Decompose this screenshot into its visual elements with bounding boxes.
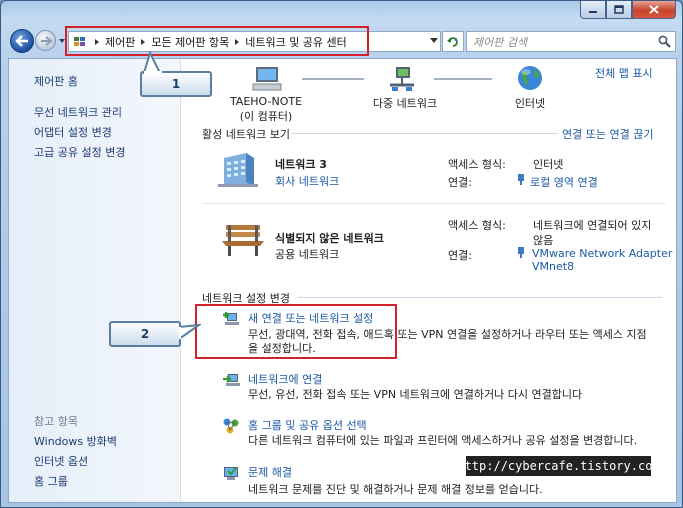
search-input[interactable]: 제어판 검색 bbox=[473, 34, 527, 50]
callout-pointer bbox=[142, 51, 162, 75]
search-box[interactable]: 제어판 검색 bbox=[466, 31, 676, 52]
arrow-right-icon bbox=[40, 35, 52, 46]
vmware-adapter-line2: VMnet8 bbox=[532, 260, 575, 273]
map-node-internet[interactable]: 인터넷 bbox=[482, 95, 578, 111]
map-node-this-computer[interactable]: TAEHO-NOTE (이 컴퓨터) bbox=[216, 95, 316, 124]
sidebar-item-manage-wireless[interactable]: 무선 네트워크 관리 bbox=[34, 104, 122, 120]
access-type-value: 인터넷 bbox=[533, 158, 564, 171]
network-divider bbox=[202, 203, 666, 204]
access-type-value-line2: 않음 bbox=[533, 234, 554, 247]
task-homegroup-sharing-link[interactable]: 홈 그룹 및 공유 옵션 선택 bbox=[248, 417, 367, 433]
sidebar-see-also-homegroup[interactable]: 홈 그룹 bbox=[34, 473, 68, 489]
sidebar-see-also-internet-options[interactable]: 인터넷 옵션 bbox=[34, 453, 88, 469]
vmware-adapter-link[interactable]: VMware Network Adapter VMnet8 bbox=[532, 247, 672, 273]
section-divider bbox=[292, 133, 558, 134]
task-highlight-box bbox=[195, 304, 397, 359]
callout-number: 2 bbox=[140, 327, 150, 341]
callout-2: 2 bbox=[109, 321, 201, 347]
network-name: 식별되지 않은 네트워크 bbox=[275, 232, 384, 245]
homegroup-icon bbox=[223, 418, 239, 434]
connection-label: 연결: bbox=[448, 176, 472, 189]
computer-icon bbox=[252, 67, 282, 91]
close-icon bbox=[649, 5, 659, 14]
sidebar-control-panel-home[interactable]: 제어판 홈 bbox=[34, 73, 78, 89]
callout-1: 1 bbox=[140, 51, 212, 97]
task-connect-network-link[interactable]: 네트워크에 연결 bbox=[248, 371, 322, 387]
close-button[interactable] bbox=[632, 1, 676, 19]
access-type-label: 액세스 형식: bbox=[448, 158, 506, 171]
access-type-label: 액세스 형식: bbox=[448, 219, 506, 232]
content-pane: 제어판 홈 무선 네트워크 관리 어댑터 설정 변경 고급 공유 설정 변경 참… bbox=[8, 58, 677, 503]
connection-label: 연결: bbox=[448, 249, 472, 262]
callout-pointer bbox=[179, 323, 201, 341]
forward-button[interactable] bbox=[35, 30, 56, 51]
task-troubleshoot-link[interactable]: 문제 해결 bbox=[248, 464, 292, 480]
ethernet-connection-icon bbox=[518, 247, 524, 258]
minimize-icon bbox=[589, 10, 597, 13]
section-divider bbox=[298, 297, 662, 298]
maximize-button[interactable] bbox=[606, 1, 632, 19]
network-name: 네트워크 3 bbox=[275, 158, 327, 171]
address-highlight-box bbox=[65, 26, 369, 56]
back-button[interactable] bbox=[10, 29, 34, 53]
arrow-left-icon bbox=[15, 35, 28, 47]
window-frame: 제어판 모든 제어판 항목 네트워크 및 공유 센터 제어판 검색 제어판 홈 … bbox=[0, 0, 683, 508]
sidebar-item-advanced-sharing[interactable]: 고급 공유 설정 변경 bbox=[34, 144, 125, 160]
task-description: 무선, 유선, 전화 접속 또는 VPN 네트워크에 연결하거나 다시 연결합니… bbox=[248, 388, 583, 401]
refresh-button[interactable] bbox=[442, 31, 464, 52]
address-dropdown-icon[interactable] bbox=[430, 38, 438, 43]
vmware-adapter-line1: VMware Network Adapter bbox=[532, 247, 673, 260]
sidebar-item-adapter-settings[interactable]: 어댑터 설정 변경 bbox=[34, 124, 112, 140]
map-node-sublabel: (이 컴퓨터) bbox=[239, 110, 293, 123]
sidebar-see-also-firewall[interactable]: Windows 방화벽 bbox=[34, 433, 117, 449]
callout-number: 1 bbox=[171, 77, 181, 91]
task-sidebar: 제어판 홈 무선 네트워크 관리 어댑터 설정 변경 고급 공유 설정 변경 참… bbox=[9, 59, 181, 502]
troubleshoot-icon bbox=[224, 467, 238, 480]
access-type-value-line1: 네트워크에 연결되어 있지 bbox=[533, 219, 652, 232]
maximize-icon bbox=[614, 5, 624, 14]
public-network-bench-icon bbox=[222, 225, 264, 256]
connect-network-icon bbox=[223, 374, 240, 386]
task-description: 다른 네트워크 컴퓨터에 있는 파일과 프린터에 액세스하거나 공유 설정을 변… bbox=[248, 434, 638, 447]
view-full-map-link[interactable]: 전체 맵 표시 bbox=[595, 65, 653, 81]
work-network-building-icon bbox=[218, 153, 258, 187]
map-node-label: TAEHO-NOTE bbox=[229, 95, 303, 108]
sidebar-see-also-heading: 참고 항목 bbox=[34, 415, 78, 428]
local-area-connection-link[interactable]: 로컬 영역 연결 bbox=[530, 174, 598, 190]
map-connector-lines bbox=[302, 78, 492, 80]
active-networks-title: 활성 네트워크 보기 bbox=[202, 128, 290, 141]
watermark-url: http://cybercafe.tistory.com bbox=[457, 456, 660, 476]
network-type-link[interactable]: 회사 네트워크 bbox=[275, 173, 339, 189]
search-icon[interactable] bbox=[658, 35, 671, 48]
main-pane: 전체 맵 표시 TAEHO-NOTE (이 컴퓨터) 다중 네트워크 인터넷 활… bbox=[182, 59, 676, 502]
refresh-icon bbox=[447, 36, 458, 47]
connect-disconnect-link[interactable]: 연결 또는 연결 끊기 bbox=[562, 126, 653, 142]
ethernet-connection-icon bbox=[518, 174, 524, 185]
network-type: 공용 네트워크 bbox=[275, 248, 340, 261]
map-node-multiple-networks[interactable]: 다중 네트워크 bbox=[355, 95, 455, 111]
minimize-button[interactable] bbox=[580, 1, 606, 19]
task-description: 네트워크 문제를 진단 및 해결하거나 문제 해결 정보를 얻습니다. bbox=[248, 483, 543, 496]
window-controls bbox=[580, 1, 676, 19]
